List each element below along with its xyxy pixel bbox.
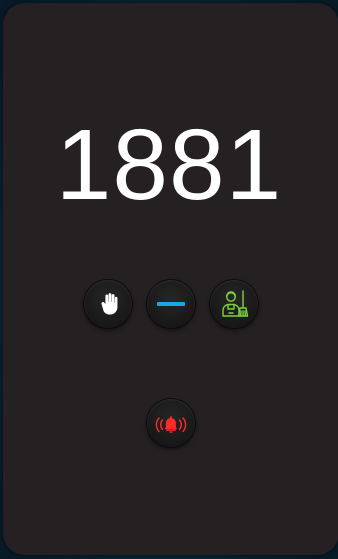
alarm-bell-ringing-icon (153, 412, 189, 434)
make-up-room-button[interactable] (210, 280, 258, 328)
status-neutral-button[interactable] (147, 280, 195, 328)
do-not-disturb-button[interactable] (84, 280, 132, 328)
room-panel (3, 3, 338, 555)
minus-bar-icon (157, 300, 185, 308)
emergency-alarm-button[interactable] (147, 399, 195, 447)
room-number: 1881 (55, 109, 283, 221)
housekeeping-cleaner-icon (217, 287, 251, 321)
hand-stop-icon (95, 291, 121, 317)
